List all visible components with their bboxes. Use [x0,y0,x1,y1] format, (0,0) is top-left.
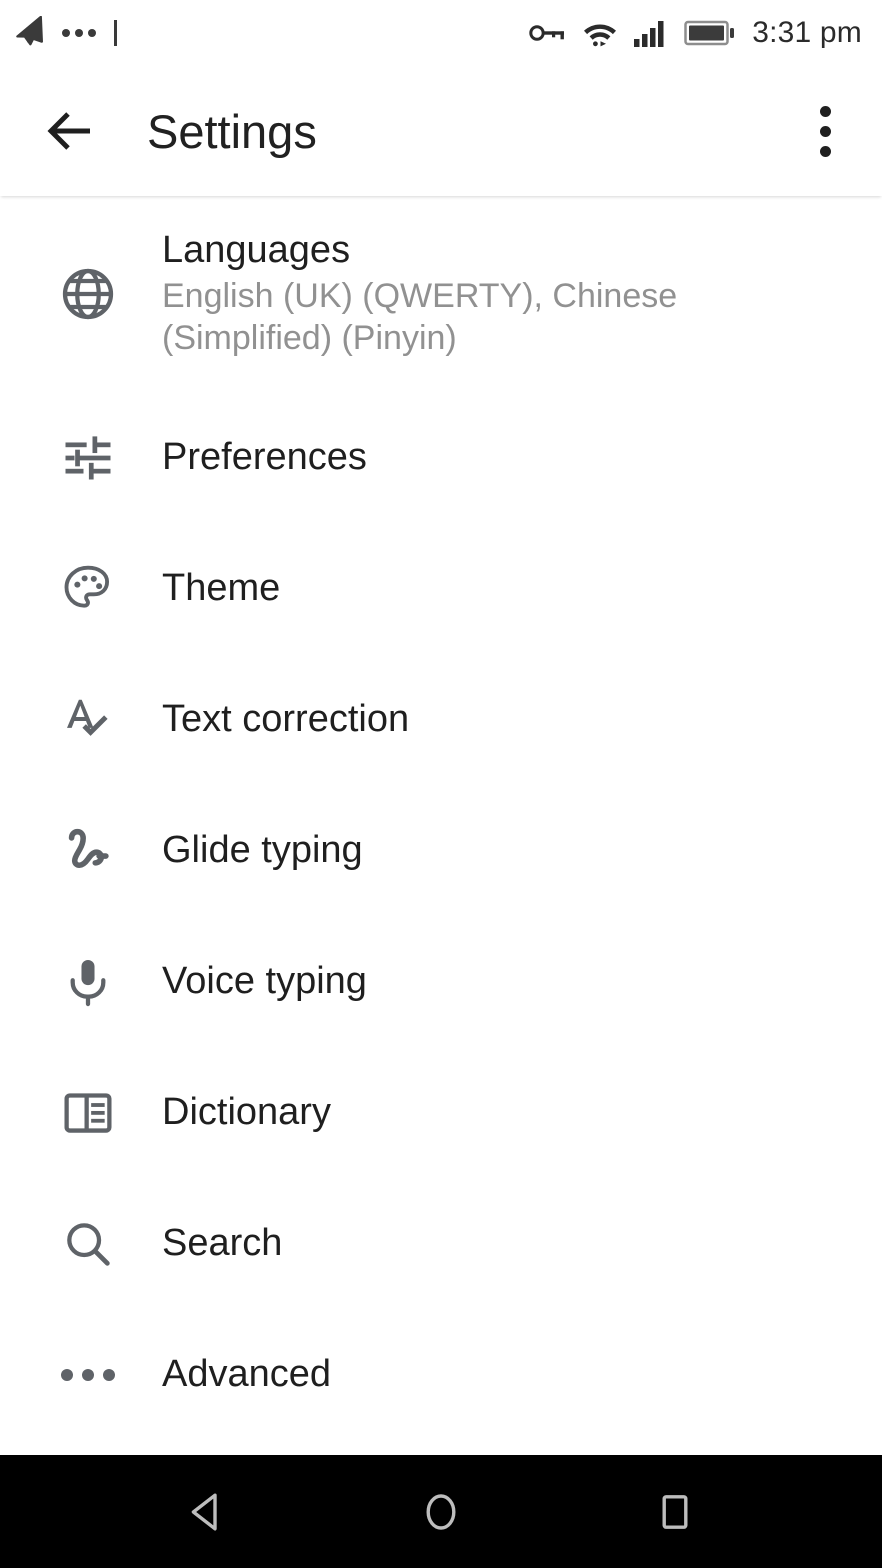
more-horiz-dots [61,1368,115,1381]
settings-row-title: Dictionary [162,1091,331,1134]
settings-row-text: Glide typing [162,829,403,872]
search-icon [48,1204,128,1284]
nav-home-button[interactable] [386,1457,496,1567]
settings-row-text: Preferences [162,436,407,479]
nav-back-button[interactable] [152,1457,262,1567]
overflow-dot [819,145,831,157]
settings-row-text: Text correction [162,698,449,741]
settings-row-text: Dictionary [162,1091,371,1134]
settings-row-dictionary[interactable]: Dictionary [0,1047,882,1178]
globe-icon [48,254,128,334]
system-navigation-bar [0,1455,882,1568]
settings-row-text: Theme [162,567,320,610]
spellcheck-icon [48,680,128,760]
settings-row-title: Languages [162,228,351,271]
settings-row-theme[interactable]: Theme [0,523,882,654]
overflow-dot [819,125,831,137]
telegram-paper-plane-icon [14,16,48,50]
settings-row-glide-typing[interactable]: Glide typing [0,785,882,916]
settings-row-text: Search [162,1222,322,1265]
dictionary-book-icon [48,1073,128,1153]
status-bar: 3:31 pm [0,0,882,66]
gesture-squiggle-icon [48,811,128,891]
settings-row-text-correction[interactable]: Text correction [0,654,882,785]
settings-row-title: Glide typing [162,829,363,872]
status-bar-right-icons: 3:31 pm [528,16,862,50]
settings-row-advanced[interactable]: Advanced [0,1309,882,1440]
overflow-menu-button[interactable] [782,88,868,174]
settings-row-title: Text correction [162,698,410,741]
settings-row-voice-typing[interactable]: Voice typing [0,916,882,1047]
settings-row-subtitle: English (UK) (QWERTY), Chinese (Simplifi… [162,277,678,357]
settings-row-title: Preferences [162,436,367,479]
notification-dots-icon [62,29,96,37]
overflow-dot [819,105,831,117]
settings-row-text: Voice typing [162,960,407,1003]
more-horiz-icon [48,1335,128,1415]
wifi-icon [580,17,620,49]
settings-row-title: Search [162,1222,283,1265]
settings-row-preferences[interactable]: Preferences [0,392,882,523]
palette-icon [48,549,128,629]
status-bar-left-icons [14,16,117,50]
notification-divider [114,20,117,46]
settings-row-text: Advanced [162,1353,371,1396]
nav-recents-button[interactable] [620,1457,730,1567]
settings-row-title: Theme [162,567,281,610]
settings-row-title: Voice typing [162,960,367,1003]
vpn-key-icon [528,18,568,48]
battery-icon [684,18,736,48]
settings-list: Languages English (UK) (QWERTY), Chinese… [0,196,882,1455]
settings-row-languages[interactable]: Languages English (UK) (QWERTY), Chinese… [0,196,882,392]
settings-row-text: Languages English (UK) (QWERTY), Chinese… [162,229,722,359]
phone-screen: 3:31 pm Settings Languages English (UK) … [0,0,882,1568]
settings-row-search[interactable]: Search [0,1178,882,1309]
tune-sliders-icon [48,418,128,498]
app-bar: Settings [0,66,882,196]
page-title: Settings [147,104,317,158]
settings-row-title: Advanced [162,1353,332,1396]
status-bar-clock: 3:31 pm [752,16,862,49]
microphone-icon [48,942,128,1022]
cellular-signal-icon [632,17,672,49]
back-button[interactable] [22,83,118,179]
